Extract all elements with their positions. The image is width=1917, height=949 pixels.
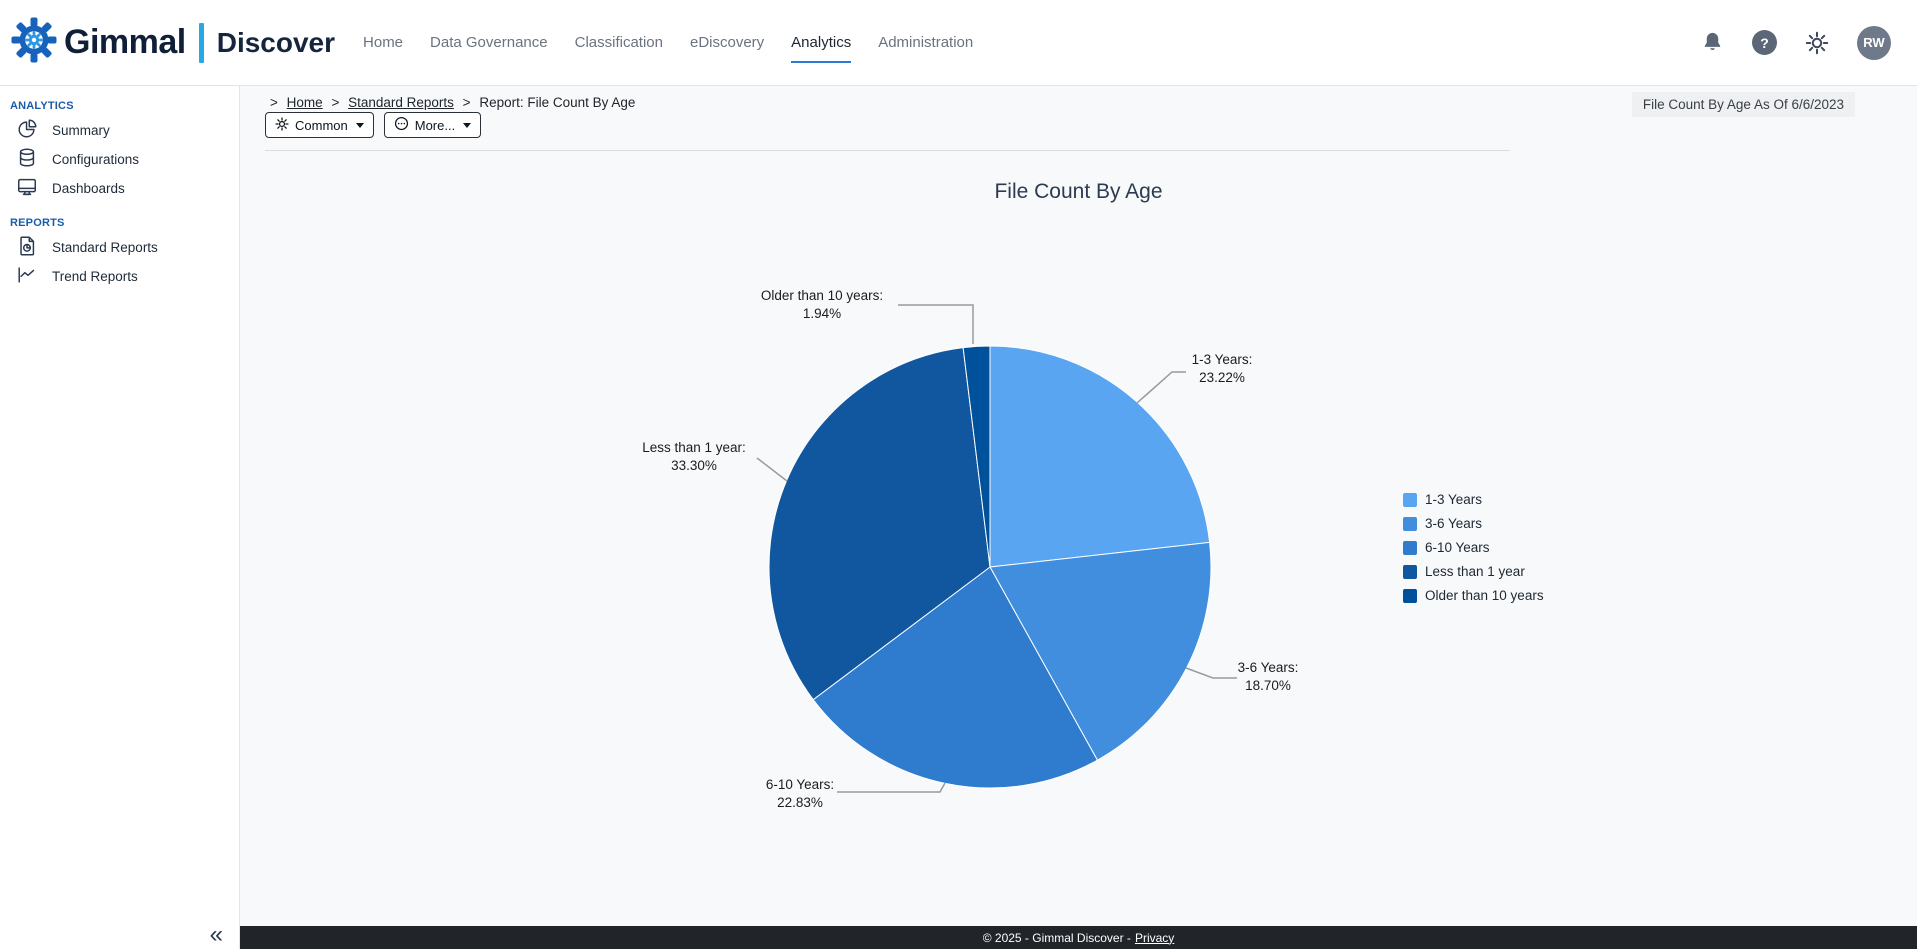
- sidebar-item-configurations[interactable]: Configurations: [8, 145, 239, 174]
- monitor-icon: [16, 176, 38, 201]
- pie-label-connector: [1186, 668, 1237, 678]
- sidebar-item-dashboards[interactable]: Dashboards: [8, 174, 239, 203]
- sidebar-item-summary[interactable]: Summary: [8, 116, 239, 145]
- pie-chart-icon: [16, 118, 38, 143]
- settings-gear-icon[interactable]: [1805, 31, 1829, 55]
- sidebar-item-label: Dashboards: [52, 181, 125, 196]
- nav-ediscovery[interactable]: eDiscovery: [690, 22, 764, 63]
- brand-divider: [199, 23, 204, 63]
- legend-label: 3-6 Years: [1425, 516, 1482, 531]
- sidebar-item-label: Summary: [52, 123, 110, 138]
- notifications-bell-icon[interactable]: [1701, 31, 1724, 54]
- user-avatar[interactable]: RW: [1857, 26, 1891, 60]
- legend-swatch: [1403, 493, 1417, 507]
- sidebar-item-label: Trend Reports: [52, 269, 138, 284]
- legend-item-6-10-years[interactable]: 6-10 Years: [1403, 540, 1544, 555]
- pie-data-label: Less than 1 year:33.30%: [642, 440, 746, 473]
- main-nav: Home Data Governance Classification eDis…: [363, 22, 973, 63]
- sidebar: ANALYTICS Summary: [0, 86, 240, 949]
- legend-item-older-than-10-years[interactable]: Older than 10 years: [1403, 588, 1544, 603]
- legend-swatch: [1403, 541, 1417, 555]
- sidebar-section-analytics: ANALYTICS Summary: [8, 100, 239, 203]
- pie-label-connector: [1137, 372, 1186, 403]
- legend-label: 6-10 Years: [1425, 540, 1490, 555]
- nav-analytics[interactable]: Analytics: [791, 22, 851, 63]
- pie-data-label: 3-6 Years:18.70%: [1238, 660, 1299, 693]
- sidebar-section-title: ANALYTICS: [10, 100, 239, 112]
- legend-swatch: [1403, 565, 1417, 579]
- sidebar-section-reports: REPORTS Standard Reports: [8, 217, 239, 291]
- footer-privacy-link[interactable]: Privacy: [1135, 931, 1174, 945]
- trend-line-icon: [16, 264, 38, 289]
- footer: © 2025 - Gimmal Discover - Privacy: [240, 926, 1917, 949]
- sidebar-item-label: Configurations: [52, 152, 139, 167]
- help-icon[interactable]: ?: [1752, 30, 1777, 55]
- pie-chart: 1-3 Years:23.22% 3-6 Years:18.70% 6-10 Yea…: [240, 86, 1917, 949]
- pie-slice-1-3-years[interactable]: [990, 346, 1210, 567]
- legend-item-1-3-years[interactable]: 1-3 Years: [1403, 492, 1544, 507]
- pie-label-connector: [837, 783, 945, 792]
- nav-classification[interactable]: Classification: [575, 22, 663, 63]
- brand-logo[interactable]: Gimmal Discover: [10, 16, 335, 69]
- database-icon: [16, 147, 38, 172]
- sidebar-item-standard-reports[interactable]: Standard Reports: [8, 233, 239, 262]
- brand-name: Gimmal: [64, 23, 186, 62]
- pie-label-connector: [898, 305, 973, 344]
- question-mark-glyph: ?: [1752, 30, 1777, 55]
- nav-administration[interactable]: Administration: [878, 22, 973, 63]
- legend-label: Less than 1 year: [1425, 564, 1525, 579]
- nav-data-governance[interactable]: Data Governance: [430, 22, 548, 63]
- legend-item-less-than-1-year[interactable]: Less than 1 year: [1403, 564, 1544, 579]
- header-actions: ? RW: [1701, 26, 1891, 60]
- pie-data-label: 6-10 Years:22.83%: [766, 777, 834, 810]
- nav-home[interactable]: Home: [363, 22, 403, 63]
- sidebar-item-label: Standard Reports: [52, 240, 158, 255]
- page: Gimmal Discover Home Data Governance Cla…: [0, 0, 1917, 949]
- report-document-icon: [16, 235, 38, 260]
- pie-data-label: Older than 10 years:1.94%: [761, 288, 883, 321]
- main-content: > Home > Standard Reports > Report: File…: [240, 86, 1917, 949]
- footer-copyright: © 2025 - Gimmal Discover -: [983, 931, 1131, 945]
- chart-legend: 1-3 Years 3-6 Years 6-10 Years Less than…: [1403, 492, 1544, 603]
- legend-label: 1-3 Years: [1425, 492, 1482, 507]
- app-header: Gimmal Discover Home Data Governance Cla…: [0, 0, 1917, 86]
- sidebar-section-title: REPORTS: [10, 217, 239, 229]
- legend-label: Older than 10 years: [1425, 588, 1544, 603]
- legend-swatch: [1403, 589, 1417, 603]
- sidebar-collapse-icon[interactable]: «: [210, 923, 223, 947]
- legend-swatch: [1403, 517, 1417, 531]
- pie-data-label: 1-3 Years:23.22%: [1192, 352, 1253, 385]
- gimmal-gear-logo-icon: [10, 16, 58, 69]
- legend-item-3-6-years[interactable]: 3-6 Years: [1403, 516, 1544, 531]
- sidebar-item-trend-reports[interactable]: Trend Reports: [8, 262, 239, 291]
- brand-product: Discover: [217, 27, 335, 59]
- pie-label-connector: [757, 458, 787, 481]
